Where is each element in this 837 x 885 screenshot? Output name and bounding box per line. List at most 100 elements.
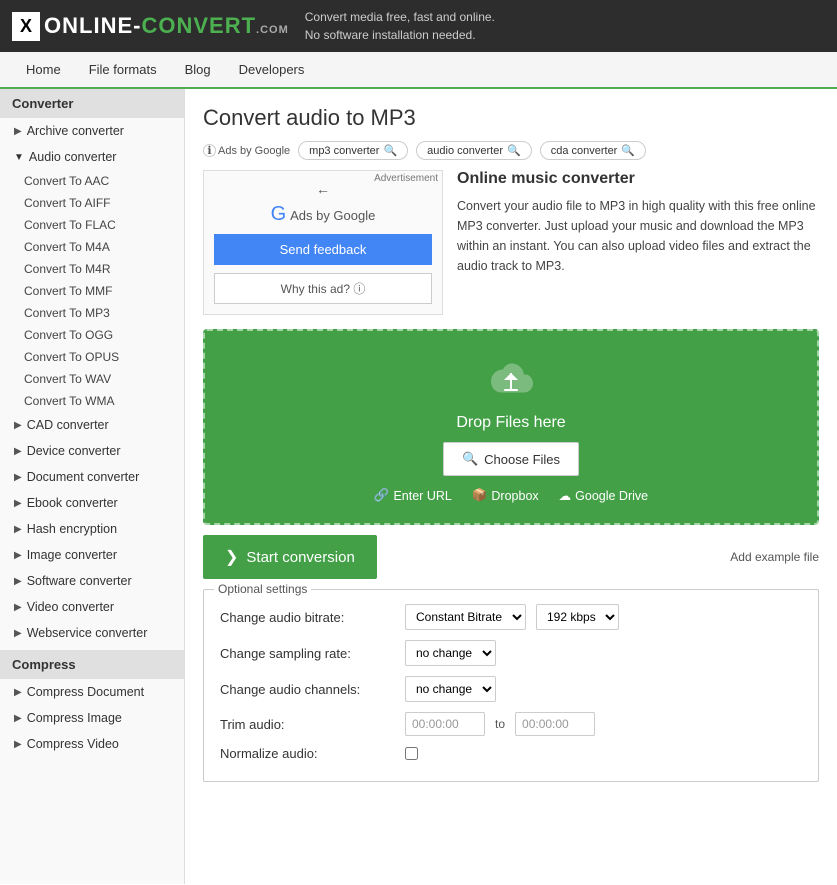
trim-from-input[interactable] [405, 712, 485, 736]
setting-row-bitrate: Change audio bitrate: Constant Bitrate V… [220, 604, 802, 630]
compress-section: Compress ▶ Compress Document ▶ Compress … [0, 650, 184, 757]
bitrate-value-select[interactable]: 192 kbps 128 kbps 256 kbps 320 kbps [536, 604, 619, 630]
description-text: Convert your audio file to MP3 in high q… [457, 196, 819, 276]
nav-bar: Home File formats Blog Developers [0, 52, 837, 89]
nav-file-formats[interactable]: File formats [75, 52, 171, 87]
page-title: Convert audio to MP3 [203, 105, 819, 131]
sidebar-sub-convert-mmf[interactable]: Convert To MMF [0, 280, 184, 302]
channels-select[interactable]: no change mono stereo [405, 676, 496, 702]
sidebar-sub-convert-m4a[interactable]: Convert To M4A [0, 236, 184, 258]
setting-row-trim: Trim audio: to [220, 712, 802, 736]
arrow-icon: ▶ [14, 126, 22, 137]
description-box: Online music converter Convert your audi… [457, 170, 819, 315]
arrow-icon: ▶ [14, 713, 22, 724]
content-area: Convert audio to MP3 ℹ Ads by Google mp3… [185, 89, 837, 884]
sidebar-item-compress-document[interactable]: ▶ Compress Document [0, 679, 184, 705]
sidebar-item-compress-image[interactable]: ▶ Compress Image [0, 705, 184, 731]
sidebar-item-cad-converter[interactable]: ▶ CAD converter [0, 412, 184, 438]
sidebar-item-ebook-converter[interactable]: ▶ Ebook converter [0, 490, 184, 516]
logo: X ONLINE-CONVERT.COM [12, 12, 289, 41]
sidebar-sub-convert-flac[interactable]: Convert To FLAC [0, 214, 184, 236]
why-this-ad-button[interactable]: Why this ad? ⓘ [214, 273, 432, 304]
dropbox-icon: 📦 [472, 488, 488, 503]
sidebar-sub-convert-ogg[interactable]: Convert To OGG [0, 324, 184, 346]
drive-icon: ☁ [559, 488, 572, 503]
ad-bar: ℹ Ads by Google mp3 converter 🔍 audio co… [203, 141, 819, 160]
action-row: ❯ Start conversion Add example file [203, 535, 819, 579]
sidebar-item-video-converter[interactable]: ▶ Video converter [0, 594, 184, 620]
logo-icon: X [12, 12, 40, 41]
sidebar-converter-title: Converter [0, 89, 184, 118]
ad-chip-audio[interactable]: audio converter 🔍 [416, 141, 532, 160]
bitrate-type-select[interactable]: Constant Bitrate Variable Bitrate [405, 604, 526, 630]
bitrate-label: Change audio bitrate: [220, 610, 395, 625]
add-example-link[interactable]: Add example file [730, 550, 819, 564]
ad-advertisement-label: Advertisement [374, 173, 438, 184]
nav-developers[interactable]: Developers [225, 52, 319, 87]
sidebar-item-software-converter[interactable]: ▶ Software converter [0, 568, 184, 594]
sidebar-sub-convert-opus[interactable]: Convert To OPUS [0, 346, 184, 368]
sidebar-sub-convert-m4r[interactable]: Convert To M4R [0, 258, 184, 280]
dropbox-link[interactable]: 📦 Dropbox [472, 488, 539, 503]
upload-cloud-icon [225, 359, 797, 408]
header: X ONLINE-CONVERT.COM Convert media free,… [0, 0, 837, 52]
arrow-expanded-icon: ▼ [14, 152, 24, 163]
sidebar-item-document-converter[interactable]: ▶ Document converter [0, 464, 184, 490]
ad-chip-mp3[interactable]: mp3 converter 🔍 [298, 141, 408, 160]
upload-links: 🔗 Enter URL 📦 Dropbox ☁ Google Drive [225, 488, 797, 503]
normalize-checkbox[interactable] [405, 747, 418, 760]
sidebar-item-audio-converter[interactable]: ▼ Audio converter [0, 144, 184, 170]
channels-label: Change audio channels: [220, 682, 395, 697]
nav-home[interactable]: Home [12, 52, 75, 87]
trim-label: Trim audio: [220, 717, 395, 732]
sidebar-item-compress-video[interactable]: ▶ Compress Video [0, 731, 184, 757]
start-conversion-button[interactable]: ❯ Start conversion [203, 535, 377, 579]
ad-box: Advertisement ← G Ads by Google Send fee… [203, 170, 443, 315]
google-drive-link[interactable]: ☁ Google Drive [559, 488, 648, 503]
arrow-icon: ▶ [14, 739, 22, 750]
setting-row-sampling: Change sampling rate: no change 8000 Hz … [220, 640, 802, 666]
arrow-icon: ▶ [14, 498, 22, 509]
setting-row-channels: Change audio channels: no change mono st… [220, 676, 802, 702]
sidebar: Converter ▶ Archive converter ▼ Audio co… [0, 89, 185, 884]
setting-row-normalize: Normalize audio: [220, 746, 802, 761]
sidebar-item-device-converter[interactable]: ▶ Device converter [0, 438, 184, 464]
arrow-icon: ▶ [14, 472, 22, 483]
sidebar-sub-convert-aiff[interactable]: Convert To AIFF [0, 192, 184, 214]
optional-settings-legend: Optional settings [214, 582, 311, 596]
sidebar-item-hash-encryption[interactable]: ▶ Hash encryption [0, 516, 184, 542]
sidebar-sub-convert-aac[interactable]: Convert To AAC [0, 170, 184, 192]
upload-area[interactable]: Drop Files here 🔍 Choose Files 🔗 Enter U… [203, 329, 819, 525]
sidebar-compress-title: Compress [0, 650, 184, 679]
ad-desc-area: Advertisement ← G Ads by Google Send fee… [203, 170, 819, 315]
main-layout: Converter ▶ Archive converter ▼ Audio co… [0, 89, 837, 884]
sidebar-sub-convert-wma[interactable]: Convert To WMA [0, 390, 184, 412]
drop-files-text: Drop Files here [225, 414, 797, 432]
logo-text: ONLINE-CONVERT.COM [44, 13, 289, 39]
trim-to-label: to [495, 717, 505, 731]
search-icon: 🔍 [383, 144, 397, 157]
sidebar-item-archive-converter[interactable]: ▶ Archive converter [0, 118, 184, 144]
sidebar-item-webservice-converter[interactable]: ▶ Webservice converter [0, 620, 184, 646]
arrow-icon: ▶ [14, 687, 22, 698]
arrow-icon: ▶ [14, 550, 22, 561]
sampling-label: Change sampling rate: [220, 646, 395, 661]
optional-settings-panel: Optional settings Change audio bitrate: … [203, 589, 819, 782]
sidebar-item-image-converter[interactable]: ▶ Image converter [0, 542, 184, 568]
search-magnify-icon: 🔍 [462, 451, 478, 467]
trim-to-input[interactable] [515, 712, 595, 736]
nav-blog[interactable]: Blog [171, 52, 225, 87]
search-icon: 🔍 [621, 144, 635, 157]
send-feedback-button[interactable]: Send feedback [214, 234, 432, 265]
chevron-right-icon: ❯ [225, 547, 238, 567]
sidebar-sub-convert-wav[interactable]: Convert To WAV [0, 368, 184, 390]
search-icon: 🔍 [507, 144, 521, 157]
arrow-icon: ▶ [14, 524, 22, 535]
choose-files-button[interactable]: 🔍 Choose Files [443, 442, 579, 476]
sampling-select[interactable]: no change 8000 Hz 16000 Hz 22050 Hz 4410… [405, 640, 496, 666]
ad-chip-cda[interactable]: cda converter 🔍 [540, 141, 646, 160]
tagline: Convert media free, fast and online. No … [305, 8, 495, 44]
normalize-label: Normalize audio: [220, 746, 395, 761]
enter-url-link[interactable]: 🔗 Enter URL [374, 488, 452, 503]
sidebar-sub-convert-mp3[interactable]: Convert To MP3 [0, 302, 184, 324]
